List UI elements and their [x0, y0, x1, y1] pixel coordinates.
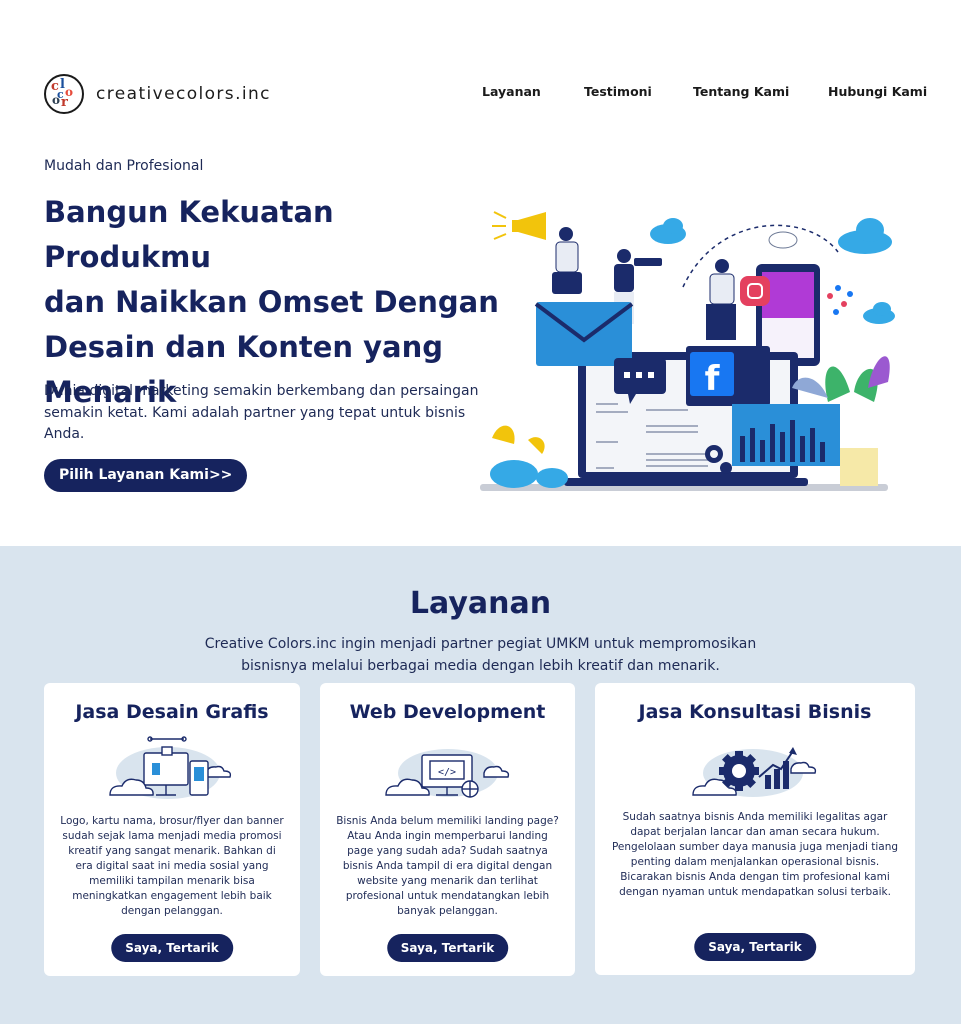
- choose-service-button[interactable]: Pilih Layanan Kami>>: [44, 459, 248, 492]
- services-section: Layanan Creative Colors.inc ingin menjad…: [0, 546, 961, 1024]
- service-card-title: Jasa Konsultasi Bisnis: [638, 701, 872, 723]
- service-card-web-development: Web Development </> Bisnis Anda belum me…: [320, 683, 575, 976]
- nav-item-layanan[interactable]: Layanan: [482, 84, 541, 99]
- service-card-text: Sudah saatnya bisnis Anda memiliki legal…: [611, 811, 899, 898]
- code-monitor-icon: </>: [384, 749, 509, 798]
- bar-chart-icon: [732, 404, 840, 466]
- plant-icon: [490, 425, 568, 488]
- services-title: Layanan: [409, 586, 552, 621]
- services-description-line: Creative Colors.inc ingin menjadi partne…: [204, 636, 757, 652]
- services-description: Creative Colors.inc ingin menjadi partne…: [180, 633, 781, 677]
- interested-button[interactable]: Saya, Tertarik: [694, 933, 816, 961]
- facebook-icon: f: [686, 346, 770, 406]
- cloud-icon: [863, 302, 895, 324]
- person-icon: [552, 227, 582, 294]
- hero-title-line: dan Naikkan Omset Dengan: [44, 285, 499, 319]
- interested-button[interactable]: Saya, Tertarik: [386, 934, 509, 962]
- instagram-icon: [740, 276, 770, 306]
- envelope-icon: [534, 302, 634, 366]
- service-card-title: Web Development: [349, 701, 546, 723]
- nav-item-hubungi-kami[interactable]: Hubungi Kami: [828, 84, 927, 99]
- service-card-business-consulting: Jasa Konsultasi Bisnis Sudah saatnya bis…: [595, 683, 915, 975]
- hero-title-line: Bangun Kekuatan Produkmu: [44, 195, 334, 274]
- service-card-text: Bisnis Anda belum memiliki landing page?…: [336, 815, 559, 917]
- design-tools-icon: [109, 736, 232, 799]
- nav-item-tentang-kami[interactable]: Tentang Kami: [693, 84, 789, 99]
- person-icon: [706, 259, 736, 340]
- cloud-icon: [768, 231, 798, 249]
- gear-chart-icon: [692, 747, 817, 797]
- hero-eyebrow: Mudah dan Profesional: [44, 158, 204, 174]
- digital-marketing-illustration: f: [480, 211, 895, 491]
- svg-text:</>: </>: [437, 767, 455, 778]
- services-description-line: bisnisnya melalui berbagai media dengan …: [241, 658, 720, 674]
- service-card-text: Logo, kartu nama, brosur/flyer dan banne…: [60, 815, 284, 917]
- main-nav: Layanan Testimoni Tentang Kami Hubungi K…: [0, 84, 961, 100]
- service-card-title: Jasa Desain Grafis: [75, 701, 269, 723]
- hero-description: Dunia digital marketing semakin berkemba…: [44, 383, 479, 442]
- service-card-graphic-design: Jasa Desain Grafis Logo, kartu nama, bro…: [44, 683, 300, 976]
- hero-title-line: Desain dan Konten yang: [44, 330, 444, 364]
- cloud-icon: [838, 218, 892, 254]
- nav-item-testimoni[interactable]: Testimoni: [584, 84, 652, 99]
- cloud-icon: [650, 218, 686, 244]
- interested-button[interactable]: Saya, Tertarik: [111, 934, 233, 962]
- megaphone-icon: [492, 211, 546, 240]
- svg-text:f: f: [705, 359, 721, 399]
